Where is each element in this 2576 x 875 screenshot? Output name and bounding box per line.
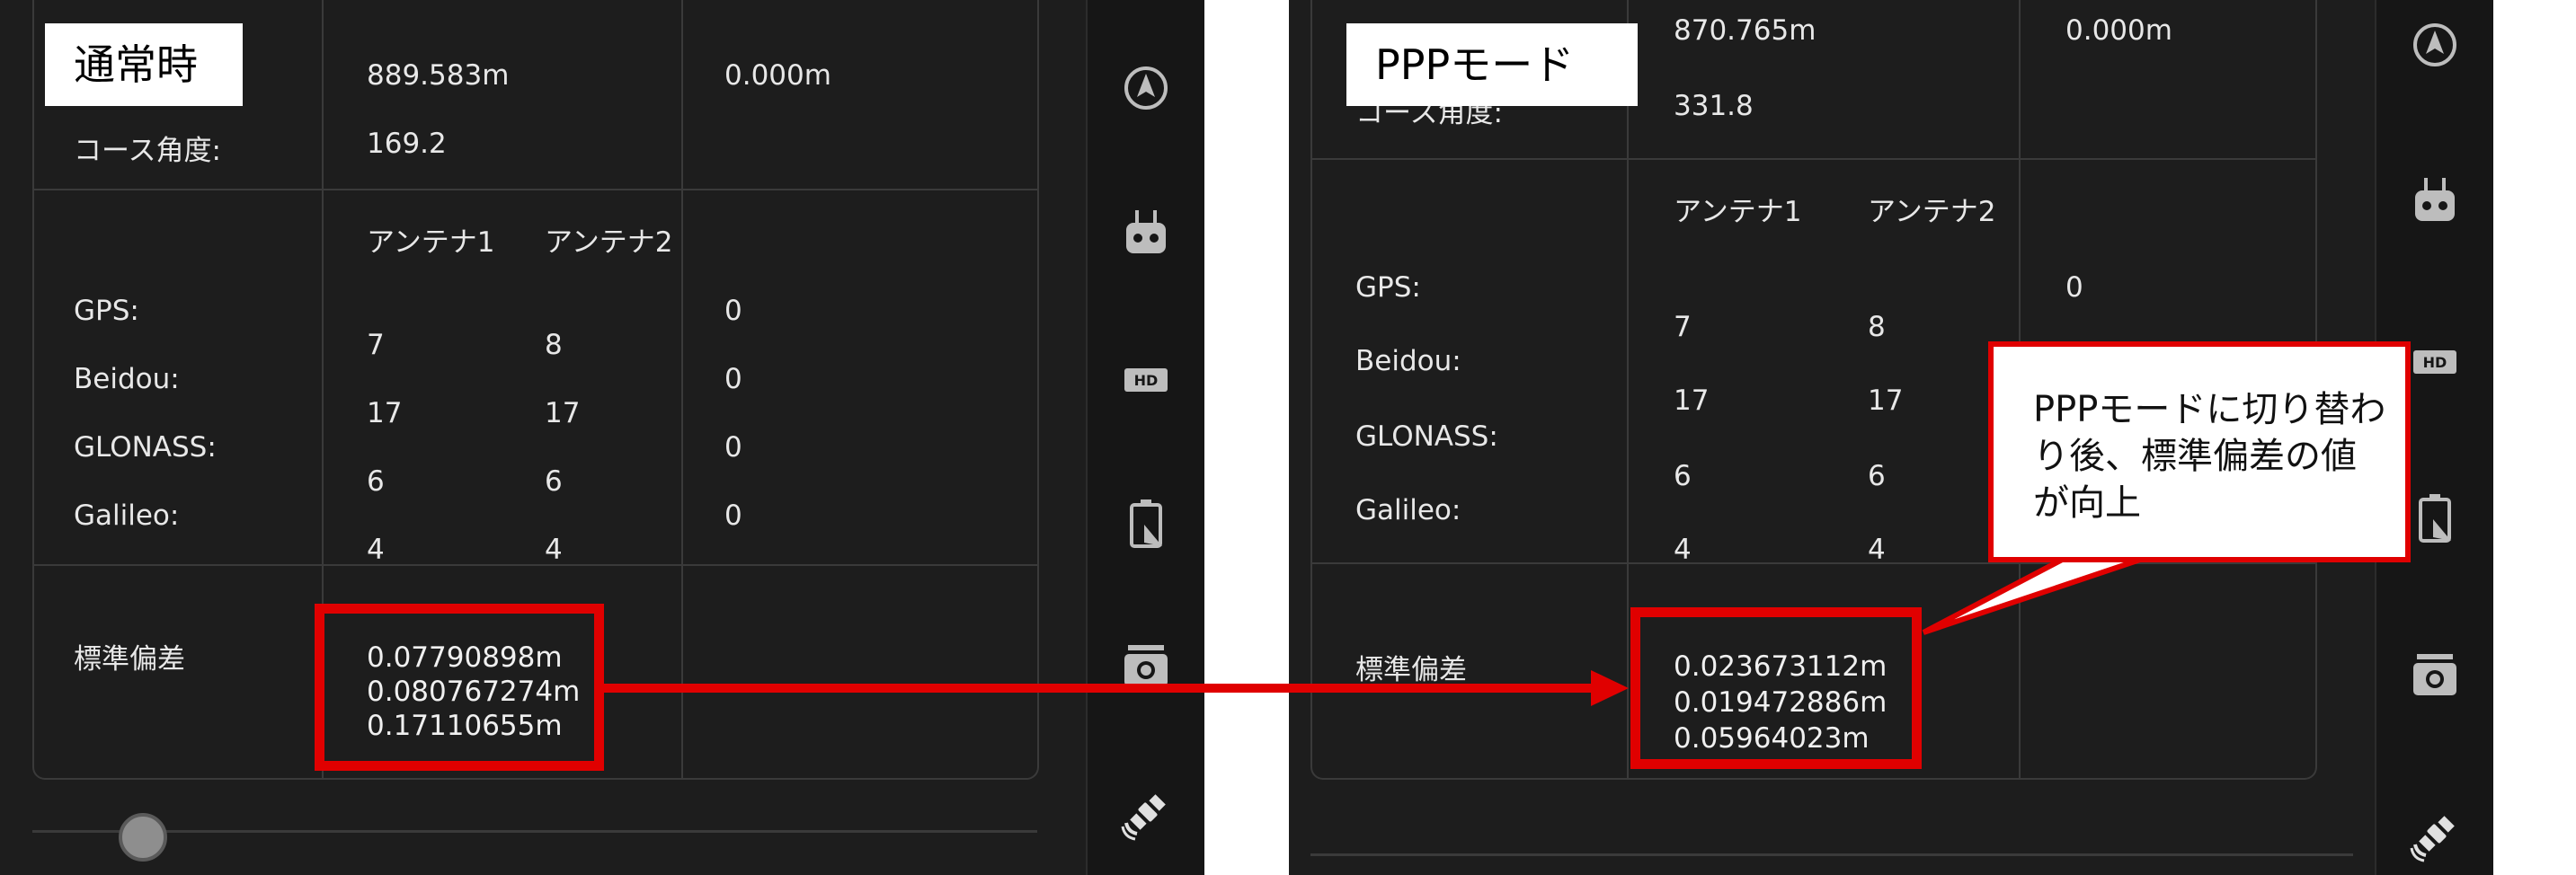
table-divider [34, 189, 1037, 190]
glonass-col3: 0 [724, 431, 742, 464]
gps-antenna1: 7 [1674, 311, 1692, 343]
galileo-label: Galileo: [74, 499, 180, 532]
mode-label-normal: 通常時 [45, 23, 243, 106]
gps-label: GPS: [74, 295, 139, 327]
battery-icon[interactable] [2408, 491, 2462, 544]
highlight-box-left [315, 604, 604, 771]
glonass-label: GLONASS: [1355, 420, 1498, 453]
top-value-2: 0.000m [2065, 14, 2172, 47]
table-divider [681, 0, 683, 778]
galileo-col3: 0 [724, 499, 742, 532]
top-value-2: 0.000m [724, 59, 831, 92]
glonass-antenna1: 6 [367, 465, 385, 498]
beidou-antenna2: 17 [1868, 384, 1904, 417]
std-dev-label: 標準偏差 [1355, 654, 1467, 686]
beidou-label: Beidou: [74, 363, 180, 395]
gps-col3: 0 [724, 295, 742, 327]
gps-col3: 0 [2065, 271, 2083, 304]
gps-label: GPS: [1355, 271, 1421, 304]
antenna-2-header: アンテナ2 [545, 226, 673, 259]
table-divider [1312, 562, 2315, 564]
slider-knob[interactable] [119, 813, 167, 862]
galileo-antenna1: 4 [367, 534, 385, 566]
beidou-col3: 0 [724, 363, 742, 395]
highlight-box-right [1630, 607, 1922, 769]
std-dev-label: 標準偏差 [74, 643, 185, 676]
glonass-label: GLONASS: [74, 431, 217, 464]
course-angle-value: 169.2 [367, 128, 447, 160]
antenna-2-header: アンテナ2 [1868, 196, 1996, 228]
slider-track[interactable] [32, 830, 1037, 833]
galileo-label: Galileo: [1355, 494, 1461, 526]
camera-icon[interactable] [2408, 649, 2462, 703]
top-value-1: 870.765m [1674, 14, 1817, 47]
table-divider [34, 564, 1037, 566]
gps-antenna2: 8 [545, 329, 563, 361]
satellite-icon[interactable] [2408, 809, 2462, 862]
glonass-antenna2: 6 [545, 465, 563, 498]
gps-antenna1: 7 [367, 329, 385, 361]
svg-text:HD: HD [1134, 372, 1159, 389]
antenna-1-header: アンテナ1 [367, 226, 495, 259]
glonass-antenna1: 6 [1674, 460, 1692, 492]
top-value-1: 889.583m [367, 59, 510, 92]
compass-icon[interactable] [1119, 61, 1173, 115]
beidou-antenna2: 17 [545, 397, 581, 429]
compass-icon[interactable] [2408, 18, 2462, 72]
beidou-antenna1: 17 [367, 397, 403, 429]
glonass-antenna2: 6 [1868, 460, 1886, 492]
mode-label-ppp: PPPモード [1346, 23, 1638, 106]
antenna-1-header: アンテナ1 [1674, 196, 1802, 228]
table-divider [1627, 0, 1629, 778]
battery-icon[interactable] [1119, 496, 1173, 550]
hd-icon[interactable]: HD [1119, 352, 1173, 406]
beidou-antenna1: 17 [1674, 384, 1710, 417]
callout-note: PPPモードに切り替わり後、標準偏差の値が向上 [1988, 341, 2411, 562]
galileo-antenna2: 4 [1868, 534, 1886, 566]
table-divider [1312, 158, 2315, 160]
svg-text:HD: HD [2423, 354, 2447, 371]
beidou-label: Beidou: [1355, 345, 1461, 377]
remote-controller-icon[interactable] [2408, 176, 2462, 230]
course-angle-value: 331.8 [1674, 90, 1754, 122]
galileo-antenna1: 4 [1674, 534, 1692, 566]
hd-icon[interactable]: HD [2408, 334, 2462, 388]
galileo-antenna2: 4 [545, 534, 563, 566]
satellite-icon[interactable] [1119, 787, 1173, 841]
course-angle-label: コース角度: [74, 135, 221, 167]
slider-track[interactable] [1310, 853, 2353, 856]
remote-controller-icon[interactable] [1119, 208, 1173, 262]
gps-antenna2: 8 [1868, 311, 1886, 343]
right-sidebar: HD [1086, 0, 1204, 875]
camera-icon[interactable] [1119, 640, 1173, 694]
